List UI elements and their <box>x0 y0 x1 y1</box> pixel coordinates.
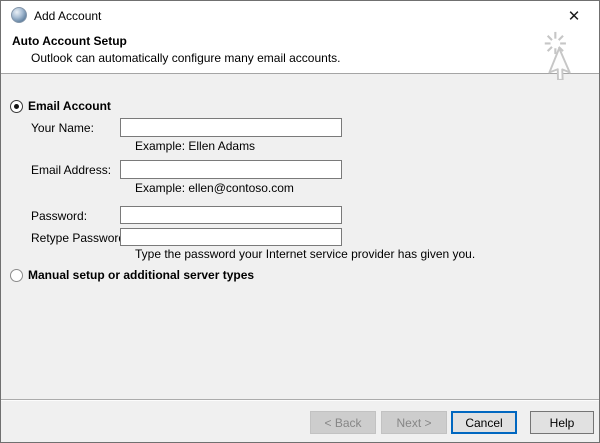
retype-password-input[interactable] <box>120 228 342 246</box>
cancel-button[interactable]: Cancel <box>451 411 517 434</box>
your-name-label: Your Name: <box>31 121 94 135</box>
email-address-example: Example: ellen@contoso.com <box>135 181 294 195</box>
radio-email-account-label[interactable]: Email Account <box>28 100 111 113</box>
radio-email-account[interactable] <box>10 100 23 113</box>
page-subtitle: Outlook can automatically configure many… <box>31 51 341 65</box>
cursor-sparkle-icon <box>544 31 571 80</box>
password-input[interactable] <box>120 206 342 224</box>
your-name-example: Example: Ellen Adams <box>135 139 256 153</box>
help-button[interactable]: Help <box>530 411 594 434</box>
radio-manual-setup-label[interactable]: Manual setup or additional server types <box>28 269 254 282</box>
window-title: Add Account <box>34 9 102 23</box>
page-title: Auto Account Setup <box>12 34 127 48</box>
next-button: Next > <box>381 411 447 434</box>
back-button: < Back <box>310 411 376 434</box>
title-bar[interactable]: Add Account ✕ <box>1 1 599 29</box>
retype-password-label: Retype Password: <box>31 231 129 245</box>
password-hint: Type the password your Internet service … <box>135 247 476 261</box>
password-label: Password: <box>31 209 88 223</box>
your-name-input[interactable] <box>120 118 342 137</box>
radio-manual-setup[interactable] <box>10 269 23 282</box>
email-address-label: Email Address: <box>31 163 112 177</box>
add-account-dialog: Add Account ✕ Auto Account Setup Outlook… <box>0 0 600 443</box>
outlook-app-icon <box>11 7 27 23</box>
footer-separator-highlight <box>1 400 599 401</box>
close-icon[interactable]: ✕ <box>557 4 591 27</box>
email-address-input[interactable] <box>120 160 342 179</box>
wizard-header: Auto Account Setup Outlook can automatic… <box>1 29 599 80</box>
